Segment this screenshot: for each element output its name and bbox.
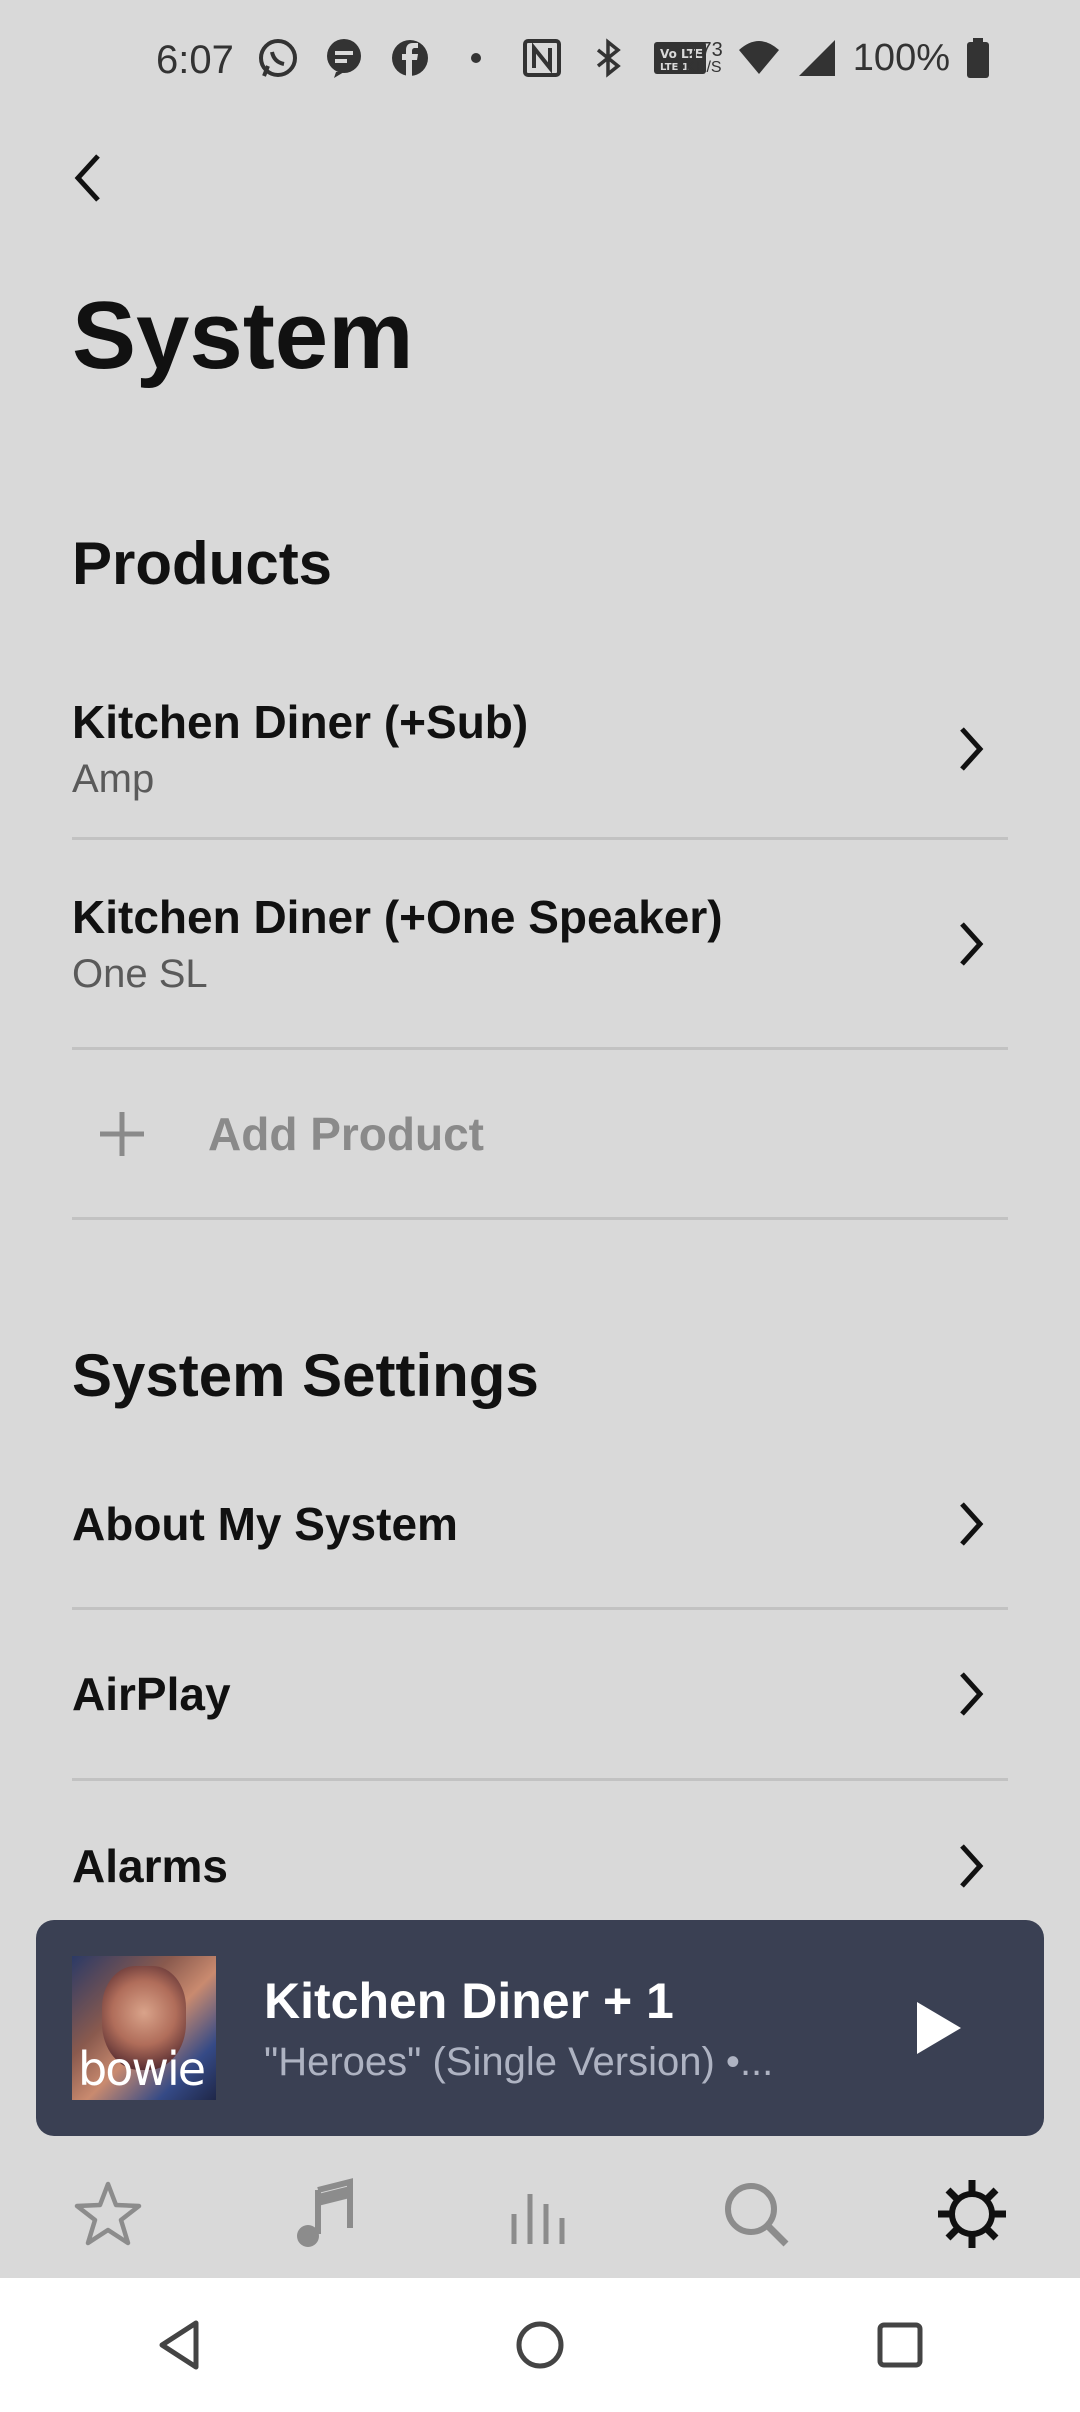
now-playing-text: Kitchen Diner + 1 "Heroes" (Single Versi… [264, 1972, 902, 2085]
chevron-left-icon [74, 154, 100, 202]
star-icon [74, 2181, 142, 2246]
now-playing-bar[interactable]: bowie Kitchen Diner + 1 "Heroes" (Single… [36, 1920, 1044, 2136]
products-heading: Products [72, 530, 333, 597]
product-model: One SL [72, 952, 208, 996]
bluetooth-icon [596, 38, 621, 78]
status-time: 6:07 [156, 38, 234, 82]
nav-back-button[interactable] [140, 2305, 220, 2385]
product-row-kitchen-diner-one-speaker[interactable]: Kitchen Diner (+One Speaker) One SL [72, 840, 1008, 1050]
rooms-bars-icon [511, 2194, 565, 2244]
setting-label: AirPlay [72, 1668, 231, 1720]
tab-search[interactable] [716, 2174, 796, 2254]
tab-music[interactable] [284, 2174, 364, 2254]
play-icon [917, 2002, 961, 2054]
setting-label: About My System [72, 1497, 458, 1550]
net-speed: 0.73 KB/S [684, 40, 723, 76]
net-speed-value: 0.73 [683, 39, 723, 61]
status-bar: 6:07 Vo LTE LTE 1 0.73 KB/S 100% [0, 0, 1080, 128]
battery-percent: 100% [852, 36, 950, 79]
net-speed-unit: KB/S [685, 59, 722, 76]
square-recents-icon [877, 2322, 923, 2368]
system-settings-heading: System Settings [72, 1342, 539, 1409]
gear-icon [938, 2180, 1006, 2248]
tab-favorites[interactable] [68, 2174, 148, 2254]
circle-home-icon [516, 2321, 564, 2369]
chevron-right-icon [960, 1672, 984, 1716]
message-icon [327, 39, 361, 78]
product-name: Kitchen Diner (+One Speaker) [72, 891, 723, 943]
add-product-label: Add Product [208, 1107, 484, 1160]
triangle-back-icon [159, 2320, 199, 2370]
album-art-text: bowie [78, 2042, 206, 2096]
play-button[interactable] [902, 1992, 974, 2064]
whatsapp-icon [259, 39, 297, 77]
nav-home-button[interactable] [500, 2305, 580, 2385]
tab-settings[interactable] [932, 2174, 1012, 2254]
setting-label: Alarms [72, 1840, 228, 1892]
signal-icon [798, 40, 835, 76]
product-row-text: Kitchen Diner (+One Speaker) One SL [72, 890, 723, 997]
wifi-icon [738, 41, 779, 74]
chevron-right-icon [960, 726, 984, 771]
nav-recents-button[interactable] [860, 2305, 940, 2385]
search-icon [725, 2183, 789, 2247]
status-notification-icons: Vo LTE LTE 1 [256, 36, 708, 80]
plus-icon [100, 1111, 144, 1156]
status-system-icons: 0.73 KB/S 100% [684, 36, 992, 80]
back-button[interactable] [56, 146, 120, 210]
bottom-tab-bar [0, 2150, 1080, 2278]
now-playing-room: Kitchen Diner + 1 [264, 1972, 674, 2029]
now-playing-track: "Heroes" (Single Version) •... [264, 2039, 774, 2084]
tab-rooms[interactable] [500, 2174, 580, 2254]
setting-row-about-my-system[interactable]: About My System [72, 1440, 1008, 1610]
album-art: bowie [72, 1956, 216, 2100]
product-model: Amp [72, 757, 155, 801]
product-row-text: Kitchen Diner (+Sub) Amp [72, 695, 528, 802]
product-row-kitchen-diner-sub[interactable]: Kitchen Diner (+Sub) Amp [72, 660, 1008, 840]
chevron-right-icon [960, 921, 984, 966]
chevron-right-icon [960, 1501, 984, 1546]
dot-icon [471, 53, 481, 63]
setting-row-airplay[interactable]: AirPlay [72, 1610, 1008, 1781]
system-navigation-bar [0, 2278, 1080, 2412]
product-name: Kitchen Diner (+Sub) [72, 696, 529, 748]
music-note-icon [297, 2178, 353, 2247]
battery-icon [967, 38, 989, 78]
chevron-right-icon [960, 1844, 984, 1888]
page-title: System [72, 282, 414, 389]
add-product-button[interactable]: Add Product [72, 1050, 1008, 1220]
nfc-icon [523, 39, 561, 77]
facebook-icon [392, 40, 428, 76]
